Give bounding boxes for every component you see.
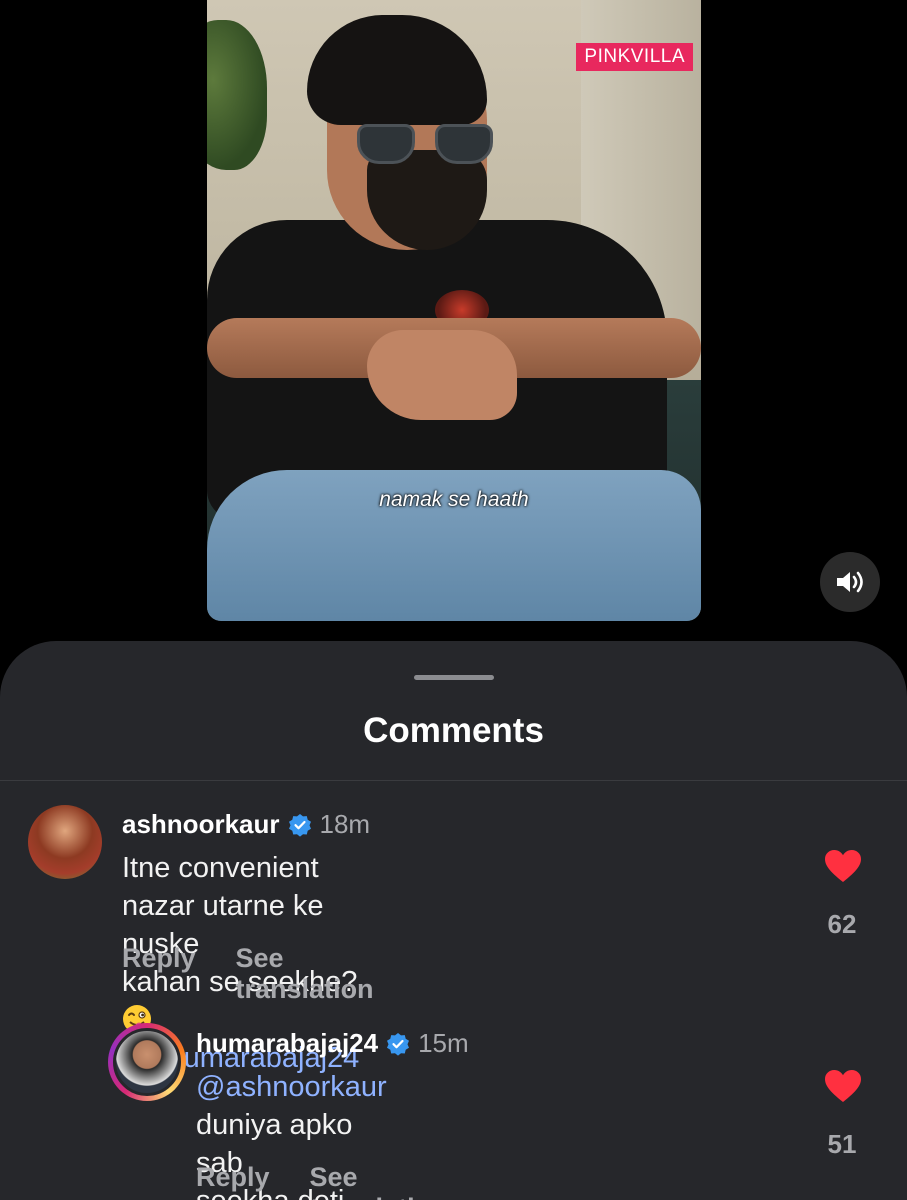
heart-icon[interactable] — [824, 1069, 862, 1103]
reel-video[interactable]: PINKVILLA namak se haath — [207, 0, 701, 621]
reply-button[interactable]: Reply — [122, 943, 196, 1005]
reel-comments-screen: PINKVILLA namak se haath Comments ashnoo… — [0, 0, 907, 1200]
avatar[interactable] — [28, 805, 102, 879]
reply-button[interactable]: Reply — [196, 1162, 270, 1200]
sheet-divider — [0, 780, 907, 781]
comment-header: humarabajaj24 15m — [196, 1028, 469, 1059]
pinkvilla-watermark: PINKVILLA — [576, 43, 693, 71]
person-hands — [367, 330, 517, 420]
sunglasses — [357, 124, 497, 164]
sheet-title: Comments — [363, 711, 544, 750]
like-count: 51 — [827, 1129, 857, 1159]
comment-actions: Reply See translation — [122, 943, 374, 1005]
heart-icon[interactable] — [824, 849, 862, 883]
comment-actions: Reply See translation — [196, 1162, 448, 1200]
comment-header: ashnoorkaur 18m — [122, 809, 370, 840]
verified-badge-icon — [387, 1032, 410, 1056]
username[interactable]: ashnoorkaur — [122, 809, 280, 840]
mention-link[interactable]: @ashnoorkaur — [196, 1071, 387, 1103]
comment-time: 15m — [418, 1028, 469, 1058]
comments-sheet: Comments ashnoorkaur 18m Itne convenient… — [0, 641, 907, 1200]
verified-badge-icon — [288, 813, 311, 837]
sound-toggle-button[interactable] — [820, 552, 880, 612]
speaker-icon — [837, 571, 863, 593]
avatar[interactable] — [113, 1028, 181, 1096]
username[interactable]: humarabajaj24 — [196, 1028, 378, 1059]
comment-time: 18m — [319, 809, 371, 839]
sheet-drag-handle[interactable] — [414, 675, 494, 680]
person-hair — [307, 15, 487, 125]
see-translation-button[interactable]: See translation — [236, 943, 374, 1005]
see-translation-button[interactable]: See translation — [310, 1162, 448, 1200]
like-count: 62 — [827, 909, 857, 939]
video-subtitle: namak se haath — [379, 488, 529, 511]
plant-leaf — [207, 20, 267, 170]
